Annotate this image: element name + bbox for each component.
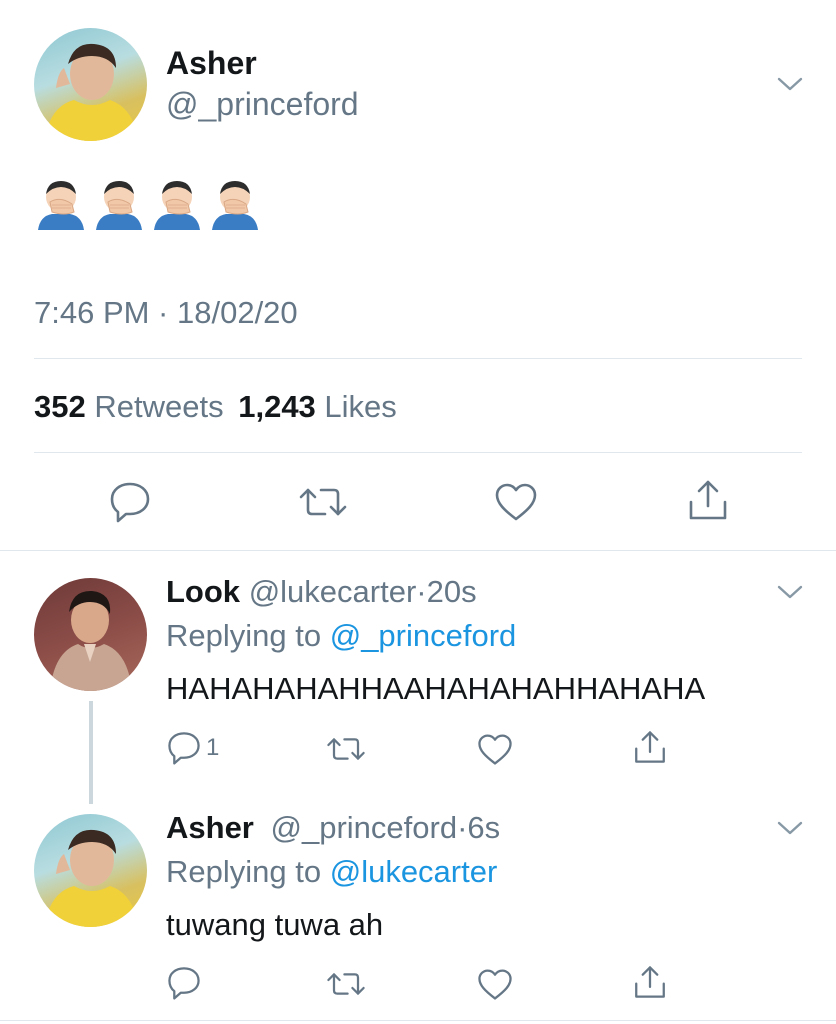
replying-to-prefix: Replying to — [166, 854, 322, 889]
reply-button[interactable] — [166, 731, 202, 770]
author-name[interactable]: Asher — [166, 45, 257, 82]
replying-to-link[interactable]: @lukecarter — [330, 854, 498, 889]
share-icon — [689, 480, 727, 520]
avatar[interactable] — [34, 28, 147, 141]
separator: · — [416, 574, 427, 609]
facepalm-emoji — [212, 181, 258, 230]
author-handle[interactable]: @lukecarter — [249, 574, 417, 609]
avatar-portrait — [44, 829, 138, 927]
retweet-button[interactable] — [326, 734, 366, 769]
avatar[interactable] — [34, 578, 147, 691]
share-button[interactable] — [633, 964, 667, 1005]
retweet-icon — [299, 488, 347, 516]
facepalm-emoji — [154, 181, 200, 230]
like-icon — [478, 969, 512, 1000]
reply-header: Asher @_princeford·6s — [166, 810, 500, 846]
reply-icon — [168, 732, 200, 765]
divider — [34, 452, 802, 453]
tweet-stats: 352 Retweets 1,243 Likes — [34, 389, 397, 425]
like-count[interactable]: 1,243 — [238, 389, 316, 424]
reply-time[interactable]: 20s — [427, 574, 477, 609]
thread-line — [89, 701, 93, 804]
retweet-icon — [327, 738, 365, 760]
retweet-button[interactable] — [326, 969, 366, 1004]
like-icon — [478, 734, 512, 765]
chevron-down-icon[interactable] — [776, 582, 804, 607]
retweet-button[interactable] — [298, 484, 348, 525]
like-button[interactable] — [494, 482, 538, 527]
reply-text: tuwang tuwa ah — [166, 907, 384, 942]
chevron-down-icon[interactable] — [776, 818, 804, 843]
reply-time[interactable]: 6s — [467, 810, 500, 845]
avatar[interactable] — [34, 814, 147, 927]
replying-to-link[interactable]: @_princeford — [330, 618, 517, 653]
retweet-icon — [327, 973, 365, 995]
reply-icon — [168, 967, 200, 1000]
like-icon — [495, 483, 537, 521]
separator: · — [457, 810, 468, 845]
reply-button[interactable] — [108, 481, 152, 528]
retweet-label[interactable]: Retweets — [94, 389, 223, 424]
avatar-portrait — [44, 43, 138, 141]
replying-to: Replying to @_princeford — [166, 618, 516, 654]
reply-button[interactable] — [166, 966, 202, 1005]
author-handle[interactable]: @_princeford — [166, 86, 359, 123]
section-divider — [0, 550, 836, 551]
bottom-divider — [0, 1020, 836, 1021]
divider — [34, 358, 802, 359]
chevron-down-icon[interactable] — [776, 74, 804, 99]
avatar-portrait — [50, 590, 132, 691]
reply-header: Look @lukecarter·20s — [166, 574, 477, 610]
like-label[interactable]: Likes — [324, 389, 396, 424]
replying-to: Replying to @lukecarter — [166, 854, 497, 890]
like-button[interactable] — [477, 968, 513, 1006]
author-handle[interactable]: @_princeford — [271, 810, 458, 845]
replying-to-prefix: Replying to — [166, 618, 322, 653]
reply-icon — [110, 482, 150, 523]
author-name[interactable]: Asher — [166, 810, 254, 845]
share-button[interactable] — [687, 478, 729, 527]
facepalm-emoji — [96, 181, 142, 230]
reply-count: 1 — [206, 734, 220, 761]
share-button[interactable] — [633, 729, 667, 770]
share-icon — [635, 731, 665, 763]
share-icon — [635, 966, 665, 998]
author-name[interactable]: Look — [166, 574, 240, 609]
retweet-count[interactable]: 352 — [34, 389, 86, 424]
facepalm-emoji — [38, 181, 84, 230]
like-button[interactable] — [477, 733, 513, 771]
reply-text: HAHAHAHAHHAAHAHAHAHHAHAHA — [166, 671, 706, 706]
tweet-timestamp[interactable]: 7:46 PM · 18/02/20 — [34, 295, 298, 331]
